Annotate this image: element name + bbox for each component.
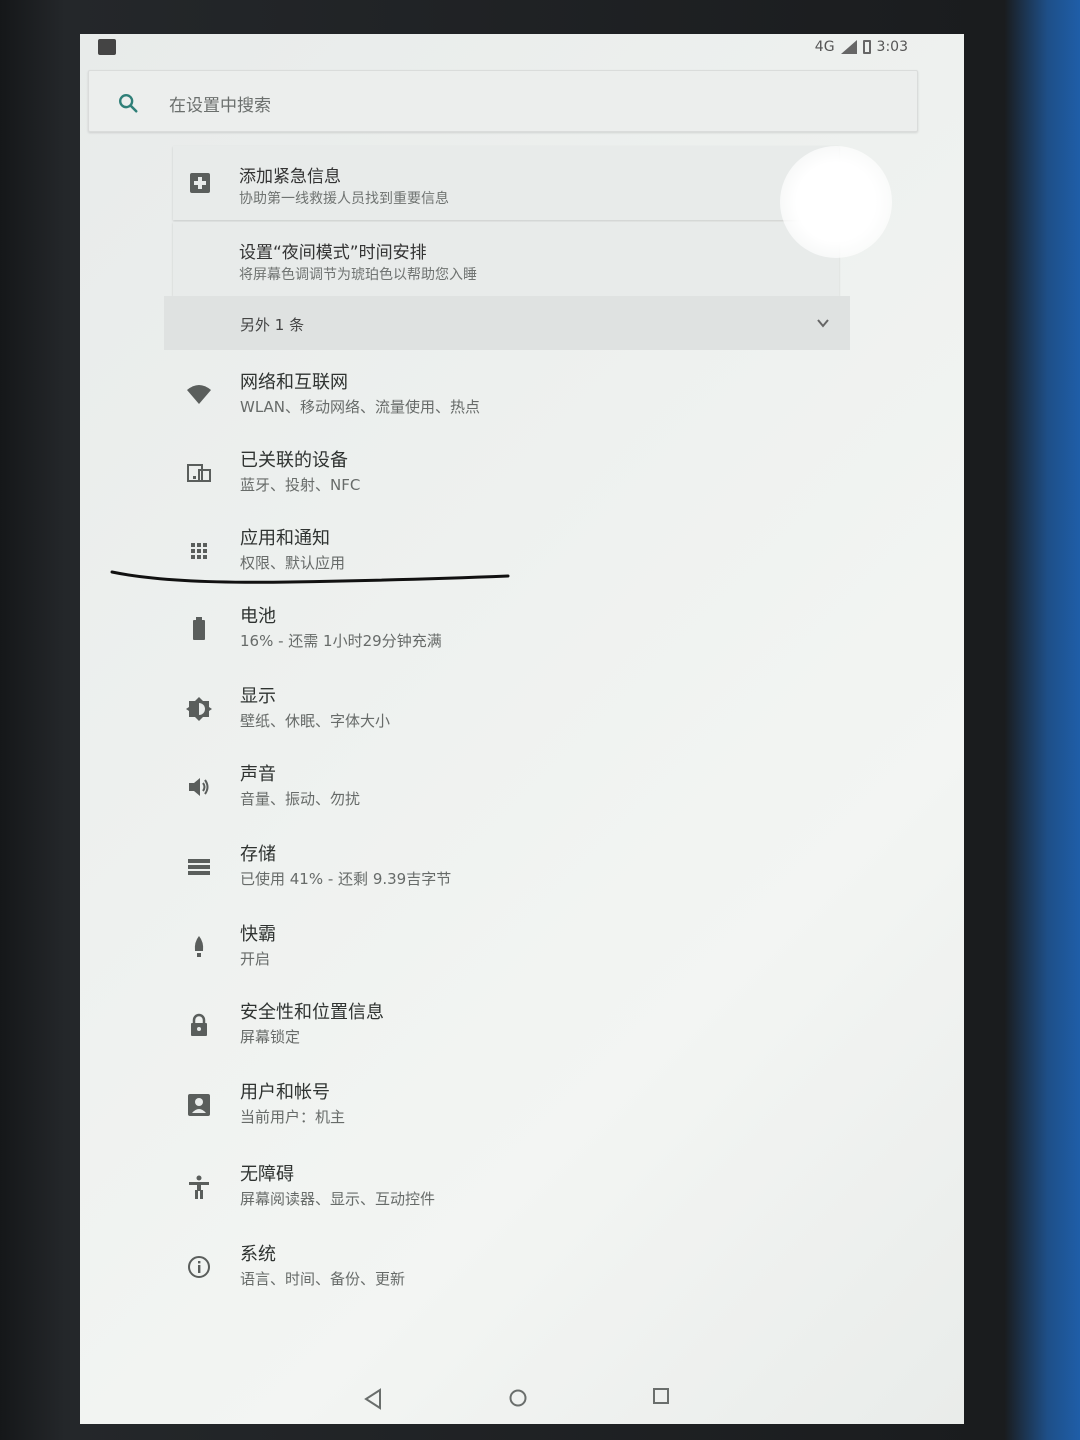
medical-plus-icon bbox=[190, 173, 210, 193]
wifi-icon bbox=[187, 385, 211, 404]
setting-subtitle: WLAN、移动网络、流量使用、热点 bbox=[240, 398, 481, 416]
more-suggestions-row[interactable]: 另外 1 条 bbox=[164, 296, 850, 350]
setting-subtitle: 当前用户：机主 bbox=[240, 1108, 346, 1126]
setting-title: 声音 bbox=[240, 764, 276, 785]
setting-network[interactable]: 网络和互联网 WLAN、移动网络、流量使用、热点 bbox=[178, 362, 878, 434]
home-icon[interactable] bbox=[508, 1388, 528, 1408]
setting-title: 电池 bbox=[240, 606, 276, 627]
setting-title: 无障碍 bbox=[240, 1164, 294, 1185]
suggestion-title: 设置“夜间模式”时间安排 bbox=[239, 243, 427, 263]
suggestion-subtitle: 协助第一线救援人员找到重要信息 bbox=[239, 191, 449, 207]
setting-battery[interactable]: 电池 16% - 还需 1小时29分钟充满 bbox=[178, 596, 878, 668]
setting-display[interactable]: 显示 壁纸、休眠、字体大小 bbox=[178, 676, 878, 748]
battery-icon bbox=[193, 617, 205, 640]
setting-title: 用户和帐号 bbox=[240, 1082, 330, 1103]
setting-title: 应用和通知 bbox=[240, 528, 330, 549]
more-suggestions-label: 另外 1 条 bbox=[240, 316, 305, 334]
setting-connected-devices[interactable]: 已关联的设备 蓝牙、投射、NFC bbox=[178, 440, 878, 512]
account-icon bbox=[188, 1094, 210, 1116]
setting-storage[interactable]: 存储 已使用 41% - 还剩 9.39吉字节 bbox=[178, 834, 878, 906]
battery-status-icon bbox=[862, 40, 871, 54]
suggestion-title: 添加紧急信息 bbox=[239, 167, 341, 187]
apps-grid-icon bbox=[191, 543, 207, 559]
setting-title: 显示 bbox=[240, 686, 276, 707]
status-bar: 4G 3:03 bbox=[80, 34, 964, 62]
setting-accessibility[interactable]: 无障碍 屏幕阅读器、显示、互动控件 bbox=[178, 1154, 878, 1226]
handwritten-underline bbox=[110, 570, 510, 584]
info-icon bbox=[188, 1256, 210, 1278]
setting-subtitle: 语言、时间、备份、更新 bbox=[240, 1270, 406, 1288]
search-input[interactable]: 在设置中搜索 bbox=[169, 91, 271, 116]
settings-screen: 4G 3:03 在设置中搜索 添加紧急信息 协助第一线救援人员找到重要信息 设置… bbox=[80, 34, 964, 1424]
storage-icon bbox=[188, 859, 210, 875]
setting-kuaiba[interactable]: 快霸 开启 bbox=[178, 914, 878, 986]
camera-glare bbox=[780, 146, 892, 258]
setting-title: 存储 bbox=[240, 844, 276, 865]
search-icon bbox=[119, 94, 138, 113]
rocket-icon bbox=[194, 936, 204, 957]
signal-icon bbox=[840, 40, 857, 54]
lock-icon bbox=[191, 1013, 207, 1036]
setting-subtitle: 屏幕阅读器、显示、互动控件 bbox=[240, 1190, 436, 1208]
setting-title: 快霸 bbox=[240, 924, 276, 945]
setting-users-accounts[interactable]: 用户和帐号 当前用户：机主 bbox=[178, 1072, 878, 1144]
setting-title: 网络和互联网 bbox=[240, 372, 348, 393]
status-indicators: 4G 3:03 bbox=[815, 39, 908, 55]
setting-subtitle: 蓝牙、投射、NFC bbox=[240, 476, 361, 494]
setting-sound[interactable]: 声音 音量、振动、勿扰 bbox=[178, 754, 878, 826]
suggestion-card-night-mode[interactable]: 设置“夜间模式”时间安排 将屏幕色调调节为琥珀色以帮助您入睡 bbox=[173, 222, 839, 296]
setting-title: 系统 bbox=[240, 1244, 276, 1265]
suggestion-card-emergency-info[interactable]: 添加紧急信息 协助第一线救援人员找到重要信息 bbox=[173, 146, 839, 220]
search-bar[interactable]: 在设置中搜索 bbox=[88, 70, 918, 132]
setting-system[interactable]: 系统 语言、时间、备份、更新 bbox=[178, 1234, 878, 1306]
recents-icon[interactable] bbox=[652, 1387, 670, 1405]
accessibility-icon bbox=[189, 1175, 209, 1199]
setting-subtitle: 屏幕锁定 bbox=[240, 1028, 301, 1046]
brightness-icon bbox=[186, 697, 212, 721]
moon-icon bbox=[194, 250, 203, 268]
network-type: 4G bbox=[814, 39, 835, 55]
clock: 3:03 bbox=[876, 39, 908, 55]
chevron-down-icon bbox=[817, 319, 829, 328]
navigation-bar bbox=[80, 1374, 964, 1424]
notification-icon bbox=[98, 39, 116, 55]
volume-icon bbox=[189, 778, 209, 796]
setting-subtitle: 音量、振动、勿扰 bbox=[240, 790, 361, 808]
back-icon[interactable] bbox=[364, 1388, 384, 1410]
devices-icon bbox=[187, 464, 211, 482]
setting-title: 安全性和位置信息 bbox=[240, 1002, 384, 1023]
setting-subtitle: 16% - 还需 1小时29分钟充满 bbox=[240, 632, 442, 650]
setting-subtitle: 壁纸、休眠、字体大小 bbox=[240, 712, 391, 730]
setting-subtitle: 开启 bbox=[240, 950, 271, 968]
setting-title: 已关联的设备 bbox=[240, 450, 348, 471]
setting-security-location[interactable]: 安全性和位置信息 屏幕锁定 bbox=[178, 992, 878, 1064]
suggestion-subtitle: 将屏幕色调调节为琥珀色以帮助您入睡 bbox=[239, 267, 477, 283]
setting-subtitle: 已使用 41% - 还剩 9.39吉字节 bbox=[240, 870, 452, 888]
